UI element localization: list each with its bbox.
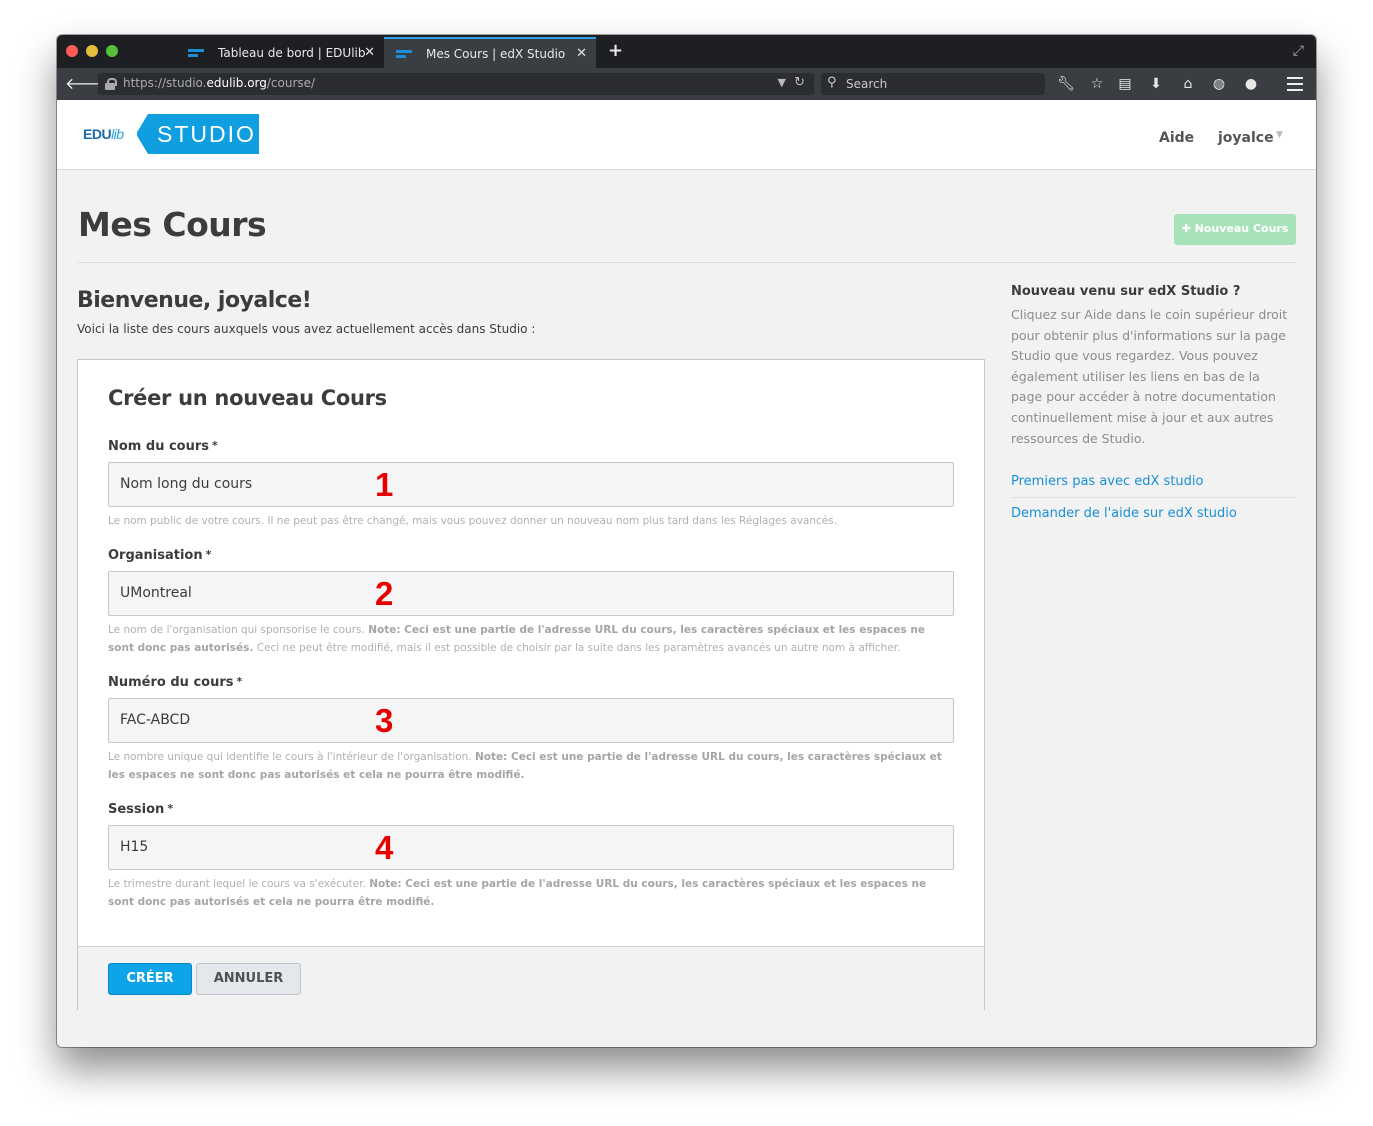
logo-edu-text: EDUlib xyxy=(83,126,124,142)
user-menu[interactable]: joyalce xyxy=(1218,130,1274,146)
cancel-button[interactable]: ANNULER xyxy=(196,963,301,995)
annotation-marker: 2 xyxy=(375,575,394,612)
organisation-help: Le nom de l'organisation qui sponsorise … xyxy=(108,624,926,654)
course-number-help: Le nombre unique qui identifie le cours … xyxy=(108,751,942,781)
url-bar[interactable]: https://studio.edulib.org/course/ ▼ ↻ xyxy=(98,73,814,95)
create-button[interactable]: CRÉER xyxy=(108,963,192,995)
create-course-form: Créer un nouveau Cours Nom du cours * Nom… xyxy=(77,359,985,1010)
home-icon[interactable]: ⌂ xyxy=(1178,74,1198,94)
organisation-input[interactable]: UMontreal 2 xyxy=(108,571,954,616)
tab-tableau-de-bord[interactable]: Tableau de bord | EDUlib ✕ xyxy=(170,37,384,68)
lock-icon xyxy=(105,78,117,90)
search-bar[interactable]: ⚲ Search xyxy=(821,73,1045,95)
course-name-input[interactable]: Nom long du cours 1 xyxy=(108,462,954,507)
tab-mes-cours[interactable]: Mes Cours | edX Studio ✕ xyxy=(384,37,596,68)
annotation-marker: 3 xyxy=(375,702,394,739)
organisation-label: Organisation * xyxy=(108,548,212,563)
close-window-button[interactable] xyxy=(66,45,78,57)
annotation-marker: 4 xyxy=(375,829,394,866)
browser-window: Tableau de bord | EDUlib ✕ Mes Cours | e… xyxy=(57,35,1316,1047)
tab-title: Mes Cours | edX Studio xyxy=(426,46,566,61)
bookmark-star-icon[interactable]: ☆ xyxy=(1087,74,1107,94)
course-number-label: Numéro du cours * xyxy=(108,675,243,690)
getting-started-link[interactable]: Premiers pas avec edX studio xyxy=(1011,466,1296,499)
help-sidebar: Nouveau venu sur edX Studio ? Cliquez su… xyxy=(1011,284,1296,530)
edulib-studio-logo[interactable]: EDUlib STUDIO xyxy=(81,114,261,154)
new-tab-button[interactable]: + xyxy=(608,40,623,61)
chevron-down-icon[interactable]: ▼ xyxy=(1276,130,1283,140)
chat-icon[interactable]: ● xyxy=(1241,74,1261,94)
wrench-icon[interactable]: 🔧︎ xyxy=(1056,74,1076,94)
close-tab-icon[interactable]: ✕ xyxy=(576,46,587,61)
zoom-window-button[interactable] xyxy=(106,45,118,57)
reload-icon[interactable]: ↻ xyxy=(794,75,805,90)
course-name-label: Nom du cours * xyxy=(108,439,218,454)
minimize-window-button[interactable] xyxy=(86,45,98,57)
reading-list-icon[interactable]: ▤ xyxy=(1115,74,1135,94)
new-course-button[interactable]: ✚ Nouveau Cours xyxy=(1174,214,1296,245)
back-button[interactable]: 🡐 xyxy=(65,72,108,96)
fullscreen-icon[interactable]: ⤢ xyxy=(1293,43,1304,59)
sidebar-text: Cliquez sur Aide dans le coin supérieur … xyxy=(1011,307,1288,446)
url-text: https://studio.edulib.org/course/ xyxy=(123,76,316,90)
edulib-favicon-icon xyxy=(188,47,204,59)
edx-favicon-icon xyxy=(396,48,412,60)
divider xyxy=(77,262,1296,263)
annotation-marker: 1 xyxy=(375,466,394,503)
course-name-help: Le nom public de votre cours. Il ne peut… xyxy=(108,515,838,527)
download-icon[interactable]: ⬇ xyxy=(1146,74,1166,94)
help-link[interactable]: Aide xyxy=(1159,130,1194,146)
welcome-heading: Bienvenue, joyalce! xyxy=(77,288,312,313)
search-placeholder: Search xyxy=(846,77,888,91)
hamburger-menu-icon[interactable] xyxy=(1287,77,1303,91)
session-help: Le trimestre durant lequel le cours va s… xyxy=(108,878,927,908)
tab-bar: Tableau de bord | EDUlib ✕ Mes Cours | e… xyxy=(57,35,1316,68)
form-title: Créer un nouveau Cours xyxy=(108,386,387,410)
close-tab-icon[interactable]: ✕ xyxy=(364,45,375,60)
globe-icon[interactable]: ◍ xyxy=(1209,74,1229,94)
search-icon: ⚲ xyxy=(827,75,837,90)
sidebar-title: Nouveau venu sur edX Studio ? xyxy=(1011,284,1241,299)
intro-text: Voici la liste des cours auxquels vous a… xyxy=(77,322,536,336)
session-label: Session * xyxy=(108,802,174,817)
course-number-input[interactable]: FAC-ABCD 3 xyxy=(108,698,954,743)
logo-studio-text: STUDIO xyxy=(136,114,259,154)
site-header: EDUlib STUDIO Aide joyalce ▼ xyxy=(57,100,1316,170)
sidebar-links: Premiers pas avec edX studio Demander de… xyxy=(1011,466,1296,530)
new-course-label: Nouveau Cours xyxy=(1194,222,1289,235)
plus-icon: ✚ xyxy=(1181,222,1191,235)
url-dropdown-icon[interactable]: ▼ xyxy=(778,76,786,89)
request-help-link[interactable]: Demander de l'aide sur edX studio xyxy=(1011,498,1296,530)
navigation-bar: 🡐 https://studio.edulib.org/course/ ▼ ↻ … xyxy=(57,68,1316,100)
page-content: EDUlib STUDIO Aide joyalce ▼ Mes Cours ✚… xyxy=(57,100,1316,1047)
form-actions: CRÉER ANNULER xyxy=(78,946,984,1010)
page-title: Mes Cours xyxy=(78,205,267,244)
session-input[interactable]: H15 4 xyxy=(108,825,954,870)
tab-title: Tableau de bord | EDUlib xyxy=(218,45,366,60)
